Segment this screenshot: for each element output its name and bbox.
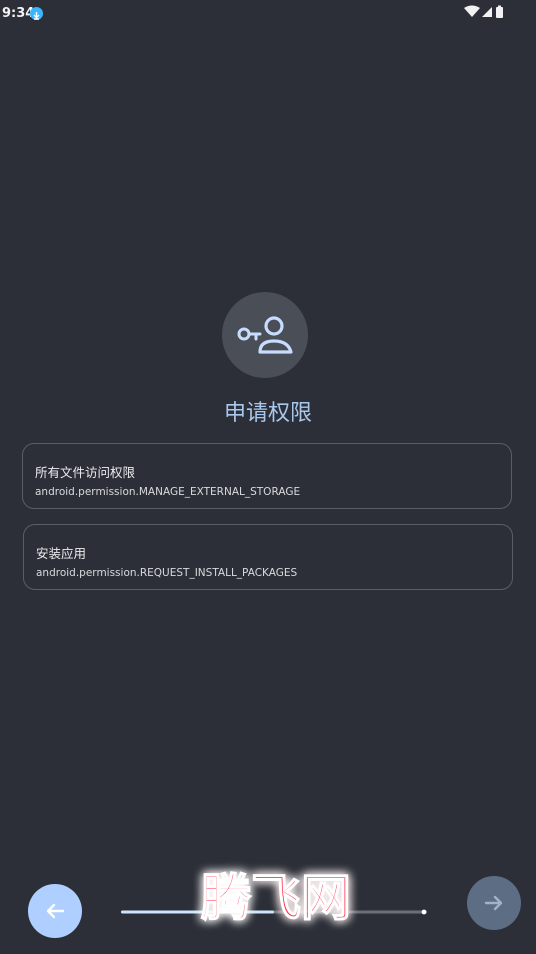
battery-icon bbox=[496, 7, 503, 18]
arrow-right-icon bbox=[484, 895, 503, 911]
arrow-left-icon bbox=[46, 903, 65, 919]
permission-title: 所有文件访问权限 bbox=[35, 465, 136, 480]
download-icon bbox=[30, 7, 43, 20]
signal-icon bbox=[482, 7, 492, 17]
permission-item-install-packages[interactable]: 安装应用 android.permission.REQUEST_INSTALL_… bbox=[23, 524, 513, 590]
permission-item-manage-storage[interactable]: 所有文件访问权限 android.permission.MANAGE_EXTER… bbox=[22, 443, 512, 509]
svg-text:腾飞网: 腾飞网 bbox=[201, 869, 351, 927]
watermark-logo: 腾飞网 bbox=[186, 858, 366, 932]
status-icons bbox=[464, 4, 506, 18]
back-button[interactable] bbox=[28, 884, 82, 938]
permission-subtitle: android.permission.REQUEST_INSTALL_PACKA… bbox=[36, 567, 298, 579]
status-bar: 9:34 bbox=[0, 0, 536, 28]
permission-subtitle: android.permission.MANAGE_EXTERNAL_STORA… bbox=[35, 486, 301, 498]
key-person-icon bbox=[222, 292, 308, 378]
permission-header: 申请权限 bbox=[0, 292, 536, 432]
wifi-icon bbox=[464, 5, 480, 17]
page-title: 申请权限 bbox=[223, 401, 312, 426]
permission-title: 安装应用 bbox=[36, 546, 87, 561]
next-button[interactable] bbox=[467, 876, 521, 930]
